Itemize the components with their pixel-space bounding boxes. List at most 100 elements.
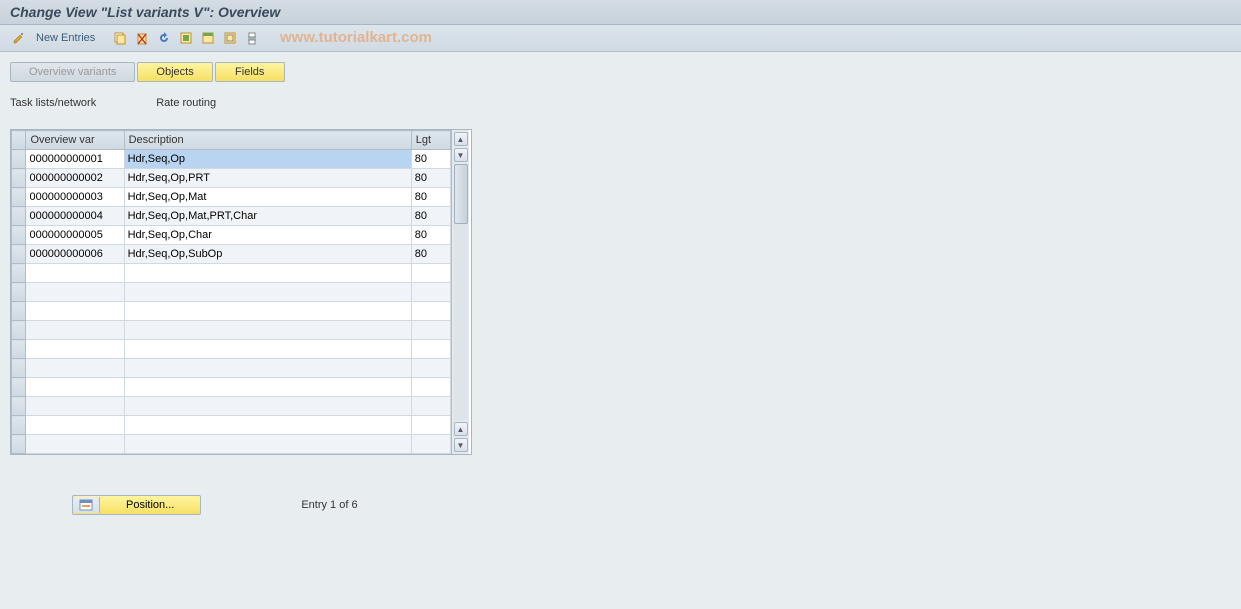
scroll-bottom-up-icon[interactable]: ▲: [454, 422, 468, 436]
row-selector[interactable]: [12, 169, 26, 188]
cell-empty[interactable]: [26, 264, 124, 283]
deselect-all-icon[interactable]: [221, 29, 239, 47]
delete-icon[interactable]: [133, 29, 151, 47]
cell-description[interactable]: Hdr,Seq,Op,SubOp: [124, 245, 411, 264]
table-corner[interactable]: [12, 131, 26, 150]
cell-empty[interactable]: [411, 397, 450, 416]
col-header-lgt[interactable]: Lgt: [411, 131, 450, 150]
cell-lgt[interactable]: 80: [411, 226, 450, 245]
cell-overview-var[interactable]: 000000000006: [26, 245, 124, 264]
cell-empty[interactable]: [26, 283, 124, 302]
row-selector[interactable]: [12, 435, 26, 454]
scroll-up-icon[interactable]: ▲: [454, 132, 468, 146]
cell-empty[interactable]: [26, 416, 124, 435]
copy-as-icon[interactable]: [111, 29, 129, 47]
row-selector[interactable]: [12, 340, 26, 359]
row-selector[interactable]: [12, 359, 26, 378]
cell-overview-var[interactable]: 000000000004: [26, 207, 124, 226]
table-row[interactable]: 000000000006Hdr,Seq,Op,SubOp80: [12, 245, 451, 264]
cell-empty[interactable]: [124, 264, 411, 283]
table-row[interactable]: 000000000004Hdr,Seq,Op,Mat,PRT,Char80: [12, 207, 451, 226]
table-row[interactable]: [12, 283, 451, 302]
col-header-description[interactable]: Description: [124, 131, 411, 150]
row-selector[interactable]: [12, 226, 26, 245]
scroll-bottom-down-icon[interactable]: ▼: [454, 438, 468, 452]
cell-empty[interactable]: [26, 302, 124, 321]
cell-empty[interactable]: [411, 302, 450, 321]
cell-empty[interactable]: [26, 397, 124, 416]
cell-description[interactable]: Hdr,Seq,Op: [124, 150, 411, 169]
cell-empty[interactable]: [124, 302, 411, 321]
cell-description[interactable]: Hdr,Seq,Op,PRT: [124, 169, 411, 188]
row-selector[interactable]: [12, 283, 26, 302]
col-header-overview-var[interactable]: Overview var: [26, 131, 124, 150]
position-button[interactable]: Position...: [72, 495, 201, 515]
cell-description[interactable]: Hdr,Seq,Op,Mat: [124, 188, 411, 207]
row-selector[interactable]: [12, 397, 26, 416]
cell-empty[interactable]: [124, 321, 411, 340]
table-row[interactable]: [12, 321, 451, 340]
row-selector[interactable]: [12, 378, 26, 397]
cell-lgt[interactable]: 80: [411, 207, 450, 226]
table-row[interactable]: [12, 302, 451, 321]
cell-lgt[interactable]: 80: [411, 245, 450, 264]
row-selector[interactable]: [12, 302, 26, 321]
select-all-icon[interactable]: [177, 29, 195, 47]
cell-empty[interactable]: [411, 359, 450, 378]
scroll-down-icon[interactable]: ▼: [454, 148, 468, 162]
cell-empty[interactable]: [411, 283, 450, 302]
row-selector[interactable]: [12, 321, 26, 340]
cell-empty[interactable]: [26, 321, 124, 340]
cell-empty[interactable]: [411, 416, 450, 435]
cell-empty[interactable]: [124, 416, 411, 435]
table-row[interactable]: [12, 359, 451, 378]
cell-overview-var[interactable]: 000000000001: [26, 150, 124, 169]
scroll-thumb[interactable]: [454, 164, 468, 224]
cell-description[interactable]: Hdr,Seq,Op,Char: [124, 226, 411, 245]
table-row[interactable]: [12, 435, 451, 454]
row-selector[interactable]: [12, 188, 26, 207]
table-row[interactable]: 000000000005Hdr,Seq,Op,Char80: [12, 226, 451, 245]
table-vertical-scrollbar[interactable]: ▲ ▼ ▲ ▼: [451, 130, 469, 454]
cell-empty[interactable]: [411, 378, 450, 397]
table-row[interactable]: 000000000001Hdr,Seq,Op80: [12, 150, 451, 169]
table-row[interactable]: [12, 397, 451, 416]
toggle-display-change-icon[interactable]: [10, 29, 28, 47]
cell-overview-var[interactable]: 000000000003: [26, 188, 124, 207]
cell-empty[interactable]: [26, 359, 124, 378]
cell-empty[interactable]: [124, 435, 411, 454]
cell-empty[interactable]: [411, 435, 450, 454]
cell-overview-var[interactable]: 000000000002: [26, 169, 124, 188]
cell-description[interactable]: Hdr,Seq,Op,Mat,PRT,Char: [124, 207, 411, 226]
undo-change-icon[interactable]: [155, 29, 173, 47]
table-row[interactable]: 000000000002Hdr,Seq,Op,PRT80: [12, 169, 451, 188]
cell-empty[interactable]: [411, 340, 450, 359]
select-block-icon[interactable]: [199, 29, 217, 47]
cell-lgt[interactable]: 80: [411, 169, 450, 188]
row-selector[interactable]: [12, 264, 26, 283]
cell-lgt[interactable]: 80: [411, 150, 450, 169]
table-row[interactable]: [12, 416, 451, 435]
cell-empty[interactable]: [124, 283, 411, 302]
cell-empty[interactable]: [124, 397, 411, 416]
cell-lgt[interactable]: 80: [411, 188, 450, 207]
cell-empty[interactable]: [26, 435, 124, 454]
cell-empty[interactable]: [124, 359, 411, 378]
row-selector[interactable]: [12, 416, 26, 435]
tab-objects[interactable]: Objects: [137, 62, 212, 82]
new-entries-button[interactable]: New Entries: [32, 30, 99, 46]
table-row[interactable]: 000000000003Hdr,Seq,Op,Mat80: [12, 188, 451, 207]
tab-fields[interactable]: Fields: [215, 62, 285, 82]
tab-overview-variants[interactable]: Overview variants: [10, 62, 135, 82]
cell-empty[interactable]: [411, 264, 450, 283]
cell-empty[interactable]: [411, 321, 450, 340]
table-row[interactable]: [12, 264, 451, 283]
table-row[interactable]: [12, 340, 451, 359]
cell-empty[interactable]: [124, 378, 411, 397]
cell-empty[interactable]: [124, 340, 411, 359]
print-icon[interactable]: [243, 29, 261, 47]
cell-empty[interactable]: [26, 340, 124, 359]
scroll-track[interactable]: [454, 164, 468, 420]
cell-overview-var[interactable]: 000000000005: [26, 226, 124, 245]
table-row[interactable]: [12, 378, 451, 397]
